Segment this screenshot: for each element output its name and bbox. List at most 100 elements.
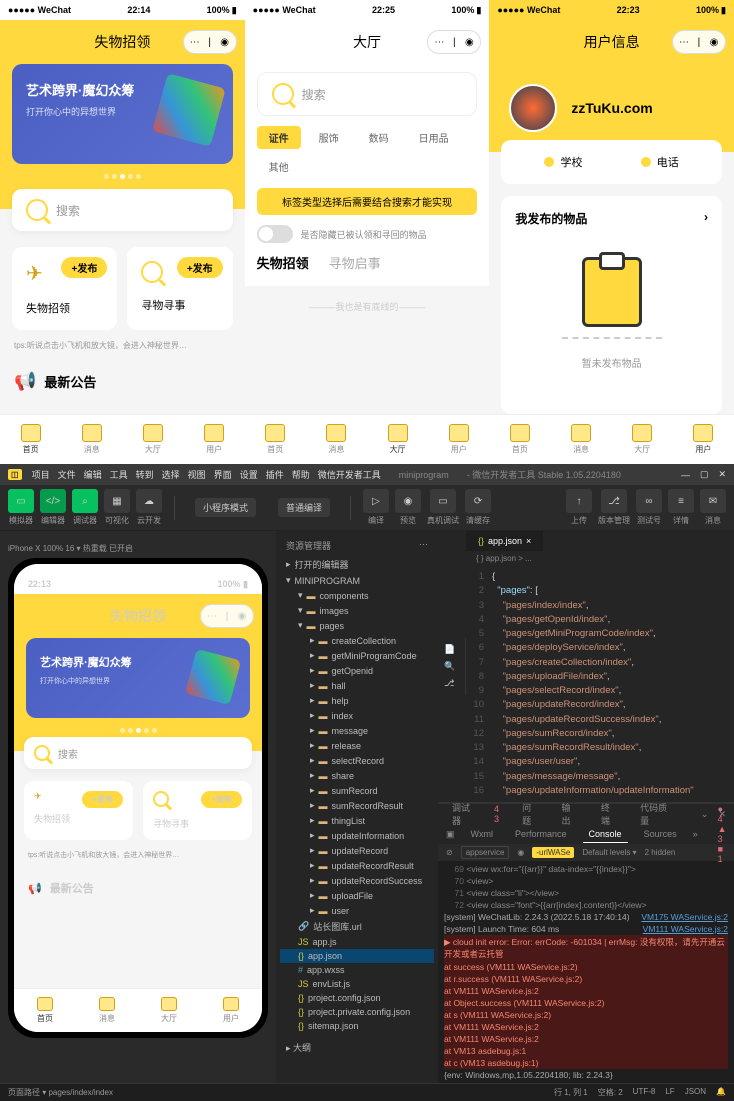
inspect-icon[interactable]: ▣ (446, 829, 455, 840)
folder-components[interactable]: ▾ ▬ components (280, 588, 434, 603)
version-button[interactable]: ⎇ (601, 489, 627, 513)
wxml-tab[interactable]: Wxml (465, 826, 500, 842)
open-editors-section[interactable]: ▸ 打开的编辑器 (280, 556, 434, 573)
cloud-button[interactable]: ☁ (136, 489, 162, 513)
file-app.js[interactable]: JS app.js (280, 935, 434, 949)
minimize-icon[interactable]: — (681, 470, 690, 480)
tab-message[interactable]: 消息 (306, 415, 367, 464)
file-app.json[interactable]: {} app.json (280, 949, 434, 963)
cursor-pos[interactable]: 行 1, 列 1 (554, 1087, 588, 1098)
breadcrumb[interactable]: { } app.json > ... (466, 551, 734, 566)
tab-hall[interactable]: 大厅 (367, 415, 428, 464)
tab-hall[interactable]: 大厅 (122, 415, 183, 464)
tab-home[interactable]: 首页 (0, 415, 61, 464)
capsule[interactable]: ⋯|◉ (183, 30, 237, 54)
folder-createCollection[interactable]: ▸ ▬ createCollection (280, 633, 434, 648)
seg-lost[interactable]: 失物招领 (257, 253, 309, 278)
menu-帮助[interactable]: 帮助 (292, 468, 310, 481)
folder-sumRecordResult[interactable]: ▸ ▬ sumRecordResult (280, 798, 434, 813)
detail-button[interactable]: ≡ (668, 489, 694, 513)
menu-界面[interactable]: 界面 (214, 468, 232, 481)
menu-插件[interactable]: 插件 (266, 468, 284, 481)
banner-card[interactable]: 艺术跨界·魔幻众筹 打开你心中的异想世界 (12, 64, 233, 164)
tab-user[interactable]: 用户 (673, 415, 734, 464)
menu-视图[interactable]: 视图 (188, 468, 206, 481)
folder-updateInformation[interactable]: ▸ ▬ updateInformation (280, 828, 434, 843)
tab-hall[interactable]: 大厅 (612, 415, 673, 464)
mode-select[interactable]: 小程序模式 (195, 498, 256, 517)
close-tab-icon[interactable]: × (526, 536, 531, 546)
menu-微信开发者工具[interactable]: 微信开发者工具 (318, 468, 381, 481)
capsule[interactable]: ⋯|◉ (672, 30, 726, 54)
levels-select[interactable]: Default levels ▾ (582, 848, 636, 857)
files-icon[interactable]: 📄 (444, 644, 459, 655)
eye-icon[interactable]: ◉ (517, 848, 524, 857)
tab-message[interactable]: 消息 (550, 415, 611, 464)
sim-screen[interactable]: 22:13100% ▮ 失物招领 ⋯|◉ 艺术跨界·魔幻众筹 打开你心中的异想世… (14, 564, 262, 1032)
folder-getMiniProgramCode[interactable]: ▸ ▬ getMiniProgramCode (280, 648, 434, 663)
eol[interactable]: LF (665, 1087, 674, 1098)
console-tab[interactable]: Console (583, 826, 628, 843)
my-items-card[interactable]: 我发布的物品› 暂未发布物品 (501, 196, 722, 414)
simulator-button[interactable]: ▭ (8, 489, 34, 513)
folder-message[interactable]: ▸ ▬ message (280, 723, 434, 738)
tab-home[interactable]: 首页 (489, 415, 550, 464)
folder-updateRecordResult[interactable]: ▸ ▬ updateRecordResult (280, 858, 434, 873)
outline-section[interactable]: ▸ 大纲 (280, 1039, 434, 1056)
context-select[interactable]: appservice (461, 846, 510, 859)
folder-help[interactable]: ▸ ▬ help (280, 693, 434, 708)
folder-updateRecord[interactable]: ▸ ▬ updateRecord (280, 843, 434, 858)
visual-button[interactable]: ▦ (104, 489, 130, 513)
info-school[interactable]: 学校 (515, 154, 611, 170)
folder-updateRecordSuccess[interactable]: ▸ ▬ updateRecordSuccess (280, 873, 434, 888)
debugger-button[interactable]: ⌕ (72, 489, 98, 513)
performance-tab[interactable]: Performance (509, 826, 573, 842)
menu-转到[interactable]: 转到 (136, 468, 154, 481)
file-app.wxss[interactable]: # app.wxss (280, 963, 434, 977)
folder-images[interactable]: ▾ ▬ images (280, 603, 434, 618)
encoding[interactable]: UTF-8 (633, 1087, 656, 1098)
clear-button[interactable]: ⟳ (465, 489, 491, 513)
hidden-count[interactable]: 2 hidden (645, 848, 676, 857)
menu-工具[interactable]: 工具 (110, 468, 128, 481)
filter-input[interactable]: -urlWASe (532, 847, 574, 858)
folder-uploadFile[interactable]: ▸ ▬ uploadFile (280, 888, 434, 903)
collapse-icon[interactable]: ⌄ (701, 809, 709, 820)
git-icon[interactable]: ⎇ (444, 678, 459, 689)
chip-clothes[interactable]: 服饰 (307, 126, 351, 149)
info-phone[interactable]: 电话 (612, 154, 708, 170)
folder-share[interactable]: ▸ ▬ share (280, 768, 434, 783)
menu-设置[interactable]: 设置 (240, 468, 258, 481)
console-output[interactable]: 69 <view wx:for="{{arr}}" data-index="{{… (438, 861, 734, 1083)
more-icon[interactable]: ⋯ (419, 539, 428, 552)
publish-button[interactable]: +发布 (177, 257, 223, 278)
folder-hall[interactable]: ▸ ▬ hall (280, 678, 434, 693)
file-envList.js[interactable]: JS envList.js (280, 977, 434, 991)
folder-getOpenid[interactable]: ▸ ▬ getOpenid (280, 663, 434, 678)
clear-console-icon[interactable]: ⊘ (446, 848, 453, 857)
folder-pages[interactable]: ▾ ▬ pages (280, 618, 434, 633)
file-站长图库.url[interactable]: 🔗 站长图库.url (280, 918, 434, 935)
announcement[interactable]: 📢 最新公告 (14, 371, 231, 392)
preview-button[interactable]: ◉ (395, 489, 421, 513)
upload-button[interactable]: ↑ (566, 489, 592, 513)
publish-button[interactable]: +发布 (61, 257, 107, 278)
test-button[interactable]: ∞ (636, 489, 662, 513)
menu-编辑[interactable]: 编辑 (84, 468, 102, 481)
code-editor[interactable]: 1{2 "pages": [3 "pages/index/index",4 "p… (466, 566, 734, 802)
project-root[interactable]: ▾ MINIPROGRAM (280, 573, 434, 588)
chip-digital[interactable]: 数码 (357, 126, 401, 149)
hide-toggle[interactable] (257, 225, 293, 243)
editor-button[interactable]: </> (40, 489, 66, 513)
sources-tab[interactable]: Sources (638, 826, 683, 842)
bell-icon[interactable]: 🔔 (716, 1087, 726, 1098)
menu-选择[interactable]: 选择 (162, 468, 180, 481)
maximize-icon[interactable]: ▢ (700, 469, 709, 480)
tab-user[interactable]: 用户 (428, 415, 489, 464)
folder-sumRecord[interactable]: ▸ ▬ sumRecord (280, 783, 434, 798)
menu-文件[interactable]: 文件 (58, 468, 76, 481)
file-project.private.config.json[interactable]: {} project.private.config.json (280, 1005, 434, 1019)
publish-lost-card[interactable]: ✈ +发布 失物招领 (12, 247, 117, 330)
indent[interactable]: 空格: 2 (598, 1087, 623, 1098)
capsule[interactable]: ⋯|◉ (427, 30, 481, 54)
